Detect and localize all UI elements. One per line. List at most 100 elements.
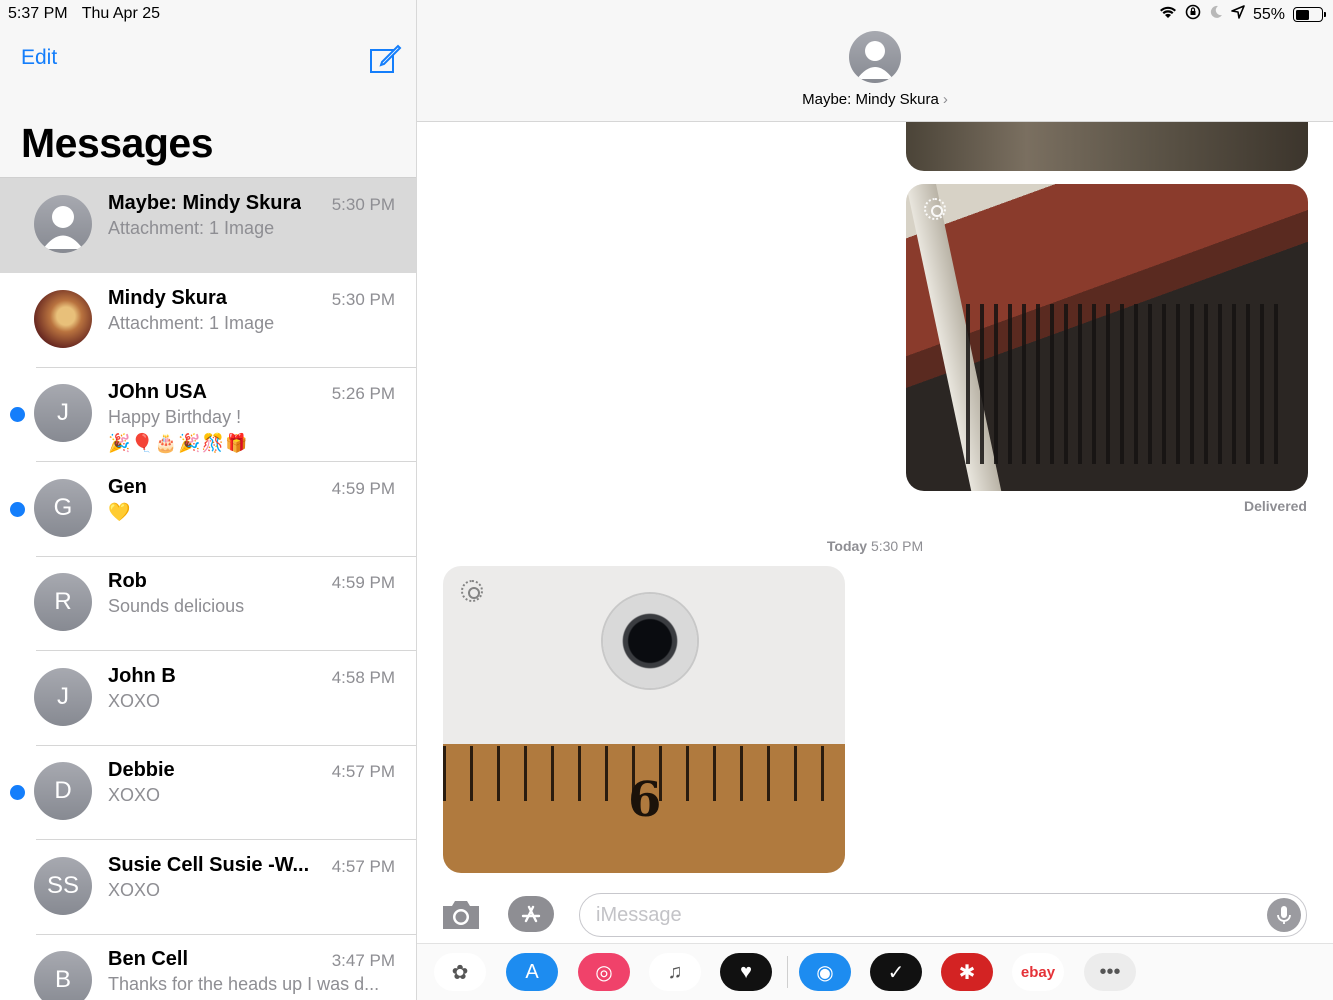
app-glyph: ••• (1099, 960, 1121, 983)
conversation-view: Delivered Today 5:30 PM 6 55% Maybe: Min… (417, 0, 1333, 1000)
more-apps-icon[interactable]: ••• (1084, 953, 1136, 991)
conversation-preview: Attachment: 1 Image (108, 218, 275, 238)
app-glyph: ◉ (816, 961, 834, 984)
unread-indicator (10, 501, 25, 517)
sidebar-header: 5:37 PM Thu Apr 25 Edit Messages (0, 0, 416, 178)
delivered-status: Delivered (1243, 498, 1307, 514)
contact-avatar[interactable] (849, 31, 901, 83)
microphone-icon[interactable] (1267, 898, 1301, 932)
conversation-preview: Attachment: 1 Image (108, 312, 275, 333)
verizon-app-icon[interactable]: ✓ (870, 953, 922, 991)
avatar-initials: J (57, 682, 69, 710)
camera-icon[interactable] (439, 897, 483, 933)
conversation-row[interactable]: J JOhn USA 5:26 PM Happy Birthday ! 🎉🎈🎂🎉🎊🎁 (0, 367, 416, 462)
chevron-right-icon: › (942, 91, 948, 108)
app-drawer: ✿ A ◎ ♫ ♥ ◉ ✓ ✱ ebay ••• (417, 943, 1333, 1000)
conversation-row[interactable]: R Rob 4:59 PM Sounds delicious (0, 556, 416, 651)
conversation-name: Rob (108, 570, 147, 592)
page-title: Messages (21, 120, 214, 166)
avatar: D (34, 762, 92, 820)
conversation-sidebar: 5:37 PM Thu Apr 25 Edit Messages Maybe: … (0, 0, 417, 1000)
message-input[interactable] (579, 893, 1307, 937)
digital-touch-app-icon[interactable]: ♥ (720, 953, 772, 991)
image-content (603, 594, 697, 688)
conversation-preview: Thanks for the heads up I was d... (108, 974, 380, 994)
conversation-row[interactable]: Maybe: Mindy Skura 5:30 PM Attachment: 1 I… (0, 178, 416, 273)
wifi-icon (1159, 5, 1177, 24)
unread-indicator (10, 407, 25, 422)
image-content (966, 304, 1288, 464)
conversation-time: 4:57 PM (331, 762, 395, 781)
battery-level (1295, 9, 1310, 20)
eye-app-icon[interactable]: ◉ (799, 953, 851, 991)
conversation-name: Susie Cell Susie -W... (108, 853, 310, 876)
timestamp-day: Today (826, 538, 868, 554)
avatar: R (34, 573, 92, 631)
app-store-icon[interactable] (508, 896, 554, 932)
conversation-time: 5:30 PM (331, 289, 395, 309)
conversation-time: 5:30 PM (331, 195, 395, 214)
conversation-preview: XOXO (108, 785, 161, 805)
conversation-name: Gen (108, 475, 147, 498)
conversation-time: 4:57 PM (331, 856, 395, 876)
image-attachment[interactable]: 6 (443, 566, 845, 873)
unread-indicator (10, 785, 25, 800)
conversation-preview: 💛 (108, 501, 131, 522)
conversation-row[interactable]: SS Susie Cell Susie -W... 4:57 PM XOXO (0, 840, 416, 935)
app-glyph: A (525, 960, 539, 983)
avatar-initials: SS (46, 871, 79, 899)
avatar: SS (34, 856, 92, 915)
contact-name: Maybe: Mindy Skura (802, 91, 939, 108)
conversation-time: 5:26 PM (331, 384, 395, 403)
app-glyph: ◎ (595, 961, 613, 984)
conversation-row[interactable]: J John B 4:58 PM XOXO (0, 651, 416, 746)
message-timestamp: Today 5:30 PM (417, 538, 1333, 554)
image-attachment[interactable] (906, 184, 1308, 491)
music-app-icon[interactable]: ♫ (649, 953, 701, 991)
conversation-name: Debbie (108, 759, 175, 781)
moon-icon (1209, 5, 1223, 24)
messages-app: 5:37 PM Thu Apr 25 Edit Messages Maybe: … (0, 0, 1333, 1000)
compose-icon[interactable] (368, 42, 402, 76)
conversation-header: 55% Maybe: Mindy Skura › (417, 0, 1333, 122)
conversation-time: 4:58 PM (331, 667, 395, 687)
search-images-app-icon[interactable]: ◎ (578, 953, 630, 991)
app-glyph: ✿ (451, 961, 469, 984)
avatar-initials: J (57, 399, 69, 426)
avatar: G (34, 478, 92, 537)
photos-app-icon[interactable]: ✿ (434, 953, 486, 991)
conversation-time: 3:47 PM (331, 951, 395, 970)
conversation-row[interactable]: G Gen 4:59 PM 💛 (0, 462, 416, 557)
app-glyph: ♥ (740, 960, 752, 983)
conversation-row[interactable]: B Ben Cell 3:47 PM Thanks for the heads up … (0, 934, 416, 1000)
live-photo-icon (924, 198, 946, 220)
status-date: Thu Apr 25 (81, 5, 161, 22)
status-clock: 5:37 PM Thu Apr 25 (8, 5, 170, 23)
location-icon (1231, 5, 1245, 24)
conversation-name: Maybe: Mindy Skura (108, 192, 302, 214)
app-glyph: ✓ (887, 961, 905, 984)
app-store-app-icon[interactable]: A (506, 953, 558, 991)
live-photo-icon (461, 580, 483, 602)
yelp-app-icon[interactable]: ✱ (941, 953, 993, 991)
edit-button[interactable]: Edit (21, 46, 57, 70)
avatar (34, 289, 92, 348)
app-glyph: ✱ (958, 961, 976, 984)
conversation-name: John B (108, 664, 176, 687)
avatar-initials: R (54, 588, 72, 615)
app-drawer-divider (787, 956, 788, 988)
conversation-time: 4:59 PM (331, 478, 395, 498)
conversation-time: 4:59 PM (331, 573, 395, 592)
battery-percent: 55% (1252, 5, 1285, 23)
avatar: J (34, 667, 92, 726)
contact-name-button[interactable]: Maybe: Mindy Skura › (417, 91, 1333, 108)
conversation-preview-emoji: 🎉🎈🎂🎉🎊🎁 (108, 433, 249, 453)
ebay-app-icon[interactable]: ebay (1012, 953, 1064, 991)
timestamp-time: 5:30 PM (870, 538, 924, 554)
conversation-name: Mindy Skura (108, 286, 227, 309)
conversation-name: JOhn USA (108, 381, 207, 403)
conversation-row[interactable]: D Debbie 4:57 PM XOXO (0, 745, 416, 840)
status-icons: 55% (1159, 4, 1326, 25)
conversation-row[interactable]: Mindy Skura 5:30 PM Attachment: 1 Image (0, 273, 416, 368)
status-time: 5:37 PM (8, 5, 68, 22)
